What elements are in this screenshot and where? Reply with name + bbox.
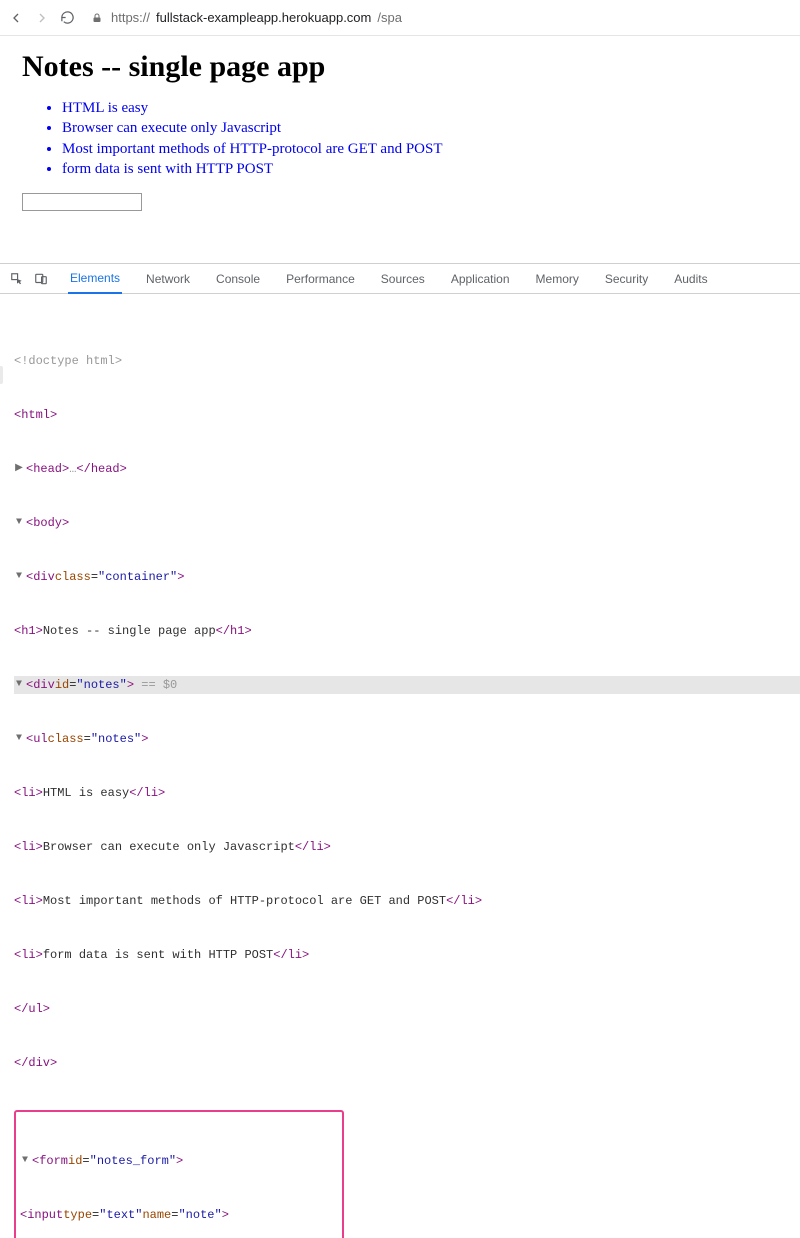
url-scheme: https:// <box>111 10 150 25</box>
tab-console[interactable]: Console <box>214 264 262 294</box>
page-viewport: Notes -- single page app HTML is easy Br… <box>0 36 800 263</box>
tab-elements[interactable]: Elements <box>68 264 122 294</box>
devtools-panel: Elements Network Console Performance Sou… <box>0 263 800 1238</box>
tab-application[interactable]: Application <box>449 264 512 294</box>
url-host: fullstack-exampleapp.herokuapp.com <box>156 10 371 25</box>
browser-toolbar: https:// fullstack-exampleapp.herokuapp.c… <box>0 0 800 36</box>
tab-security[interactable]: Security <box>603 264 650 294</box>
devtools-toolbar: Elements Network Console Performance Sou… <box>0 264 800 294</box>
tab-network[interactable]: Network <box>144 264 192 294</box>
dom-tree[interactable]: ⋯ <!doctype html> <html> ▶<head>…</head>… <box>0 294 800 1238</box>
device-toggle-icon[interactable] <box>34 272 48 286</box>
notes-list: HTML is easy Browser can execute only Ja… <box>22 98 784 179</box>
list-item: Most important methods of HTTP-protocol … <box>62 139 784 159</box>
highlighted-form-block: ▼<form id="notes_form"> <input type="tex… <box>14 1110 344 1238</box>
devtools-tabs: Elements Network Console Performance Sou… <box>68 264 710 294</box>
url-path: /spa <box>377 10 402 25</box>
tab-performance[interactable]: Performance <box>284 264 357 294</box>
tab-memory[interactable]: Memory <box>534 264 581 294</box>
tab-audits[interactable]: Audits <box>672 264 709 294</box>
back-icon[interactable] <box>8 10 24 26</box>
inspect-icon[interactable] <box>10 272 24 286</box>
page-title: Notes -- single page app <box>22 50 784 84</box>
list-item: Browser can execute only Javascript <box>62 118 784 138</box>
note-input[interactable] <box>22 193 142 211</box>
forward-icon <box>34 10 50 26</box>
dom-doctype: <!doctype html> <box>14 352 122 370</box>
list-item: HTML is easy <box>62 98 784 118</box>
address-bar[interactable]: https:// fullstack-exampleapp.herokuapp.c… <box>85 10 792 25</box>
lock-icon <box>91 12 103 24</box>
list-item: form data is sent with HTTP POST <box>62 159 784 179</box>
tab-sources[interactable]: Sources <box>379 264 427 294</box>
dom-selected-node[interactable]: ▼<div id="notes"> == $0 <box>14 676 800 694</box>
gutter-ellipsis-icon: ⋯ <box>0 366 3 384</box>
reload-icon[interactable] <box>60 10 75 25</box>
